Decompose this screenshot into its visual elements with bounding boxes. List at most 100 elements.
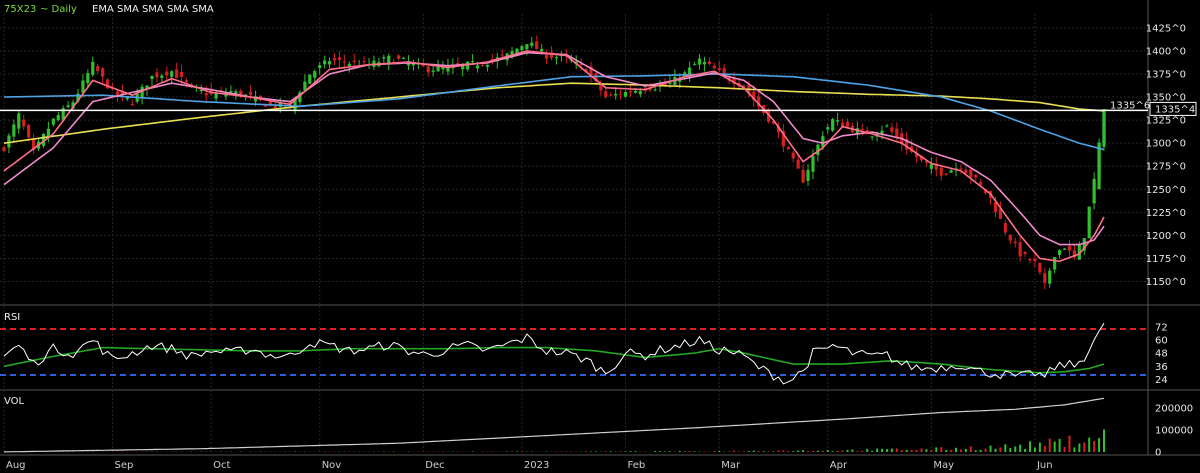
price-tick-label: 1325^0 (1146, 116, 1186, 127)
chart-header: 75X23 ~ Daily EMA SMA SMA SMA SMA (4, 4, 214, 15)
candle-body (426, 66, 430, 73)
candle-body (22, 119, 26, 127)
rsi-tick-label: 24 (1155, 375, 1168, 386)
candle-body (56, 115, 60, 121)
candle-body (229, 91, 233, 93)
candle-body (860, 128, 864, 130)
candle-body (96, 66, 100, 72)
candle-body (540, 48, 544, 52)
candle-body (91, 61, 95, 75)
candle-body (179, 72, 184, 77)
price-tick-label: 1350^0 (1146, 93, 1186, 104)
candle-body (806, 169, 810, 181)
candle-body (337, 57, 342, 60)
x-tick-label: Aug (6, 460, 26, 471)
candle-body (125, 97, 129, 100)
candle-body (618, 93, 623, 95)
candle-body (1092, 178, 1096, 204)
candle-body (707, 61, 711, 64)
candle-body (604, 91, 608, 97)
candle-body (431, 70, 435, 72)
candle-body (327, 61, 332, 65)
candle-body (1018, 242, 1022, 257)
candle-body (2, 147, 6, 152)
x-tick-label: Feb (628, 460, 646, 471)
candle-body (929, 164, 933, 169)
candle-body (471, 61, 475, 63)
candle-body (535, 41, 539, 50)
candle-body (939, 167, 943, 176)
candle-body (717, 67, 721, 71)
candle-body (1053, 257, 1057, 270)
x-tick-label: Jun (1036, 460, 1053, 471)
candle-body (318, 65, 322, 69)
candle-body (1067, 245, 1072, 251)
volume-tick-label: 200000 (1155, 404, 1193, 415)
candle-body (692, 64, 697, 66)
candle-body (115, 91, 120, 96)
candle-body (1008, 235, 1012, 241)
candle-body (949, 170, 953, 173)
candle-body (308, 74, 312, 84)
candle-body (7, 135, 11, 148)
candle-body (801, 169, 805, 183)
candle-body (697, 58, 702, 65)
last-price-marker: 1335^6 1335^4 (1110, 100, 1197, 116)
axis-price-box-label: 1335^4 (1155, 104, 1195, 115)
price-tick-label: 1250^0 (1146, 185, 1186, 196)
period-label: ~ Daily (40, 4, 77, 15)
candle-body (1087, 206, 1091, 239)
candle-body (826, 127, 830, 130)
candle-body (786, 147, 790, 150)
candle-body (811, 156, 815, 172)
candle-body (545, 55, 549, 59)
ema-red-line (3, 50, 1105, 263)
candle-body (1028, 259, 1032, 261)
candle-body (628, 91, 633, 93)
candle-body (12, 124, 16, 137)
studies-label: EMA SMA SMA SMA SMA (92, 4, 214, 15)
price-tick-label: 1200^0 (1146, 231, 1186, 242)
candle-body (1048, 270, 1052, 284)
x-tick-label: 2023 (524, 460, 549, 471)
x-tick-label: Sep (115, 460, 134, 471)
price-tick-label: 1225^0 (1146, 208, 1186, 219)
volume-cumulative-line (3, 397, 1105, 453)
candle-body (1033, 258, 1037, 262)
candle-body (609, 94, 613, 96)
candle-body (382, 57, 386, 59)
candle-body (475, 65, 480, 69)
candle-body (525, 44, 529, 50)
candle-body (352, 60, 356, 62)
candle-body (27, 124, 31, 138)
candle-body (175, 69, 179, 78)
candle-body (249, 91, 253, 95)
candle-body (263, 105, 268, 107)
rsi-tick-label: 48 (1155, 349, 1168, 360)
candle-body (845, 121, 850, 127)
rsi-tick-label: 72 (1155, 322, 1168, 333)
candle-body (1102, 109, 1106, 144)
rsi-tick-label: 36 (1155, 362, 1168, 373)
candle-body (870, 136, 874, 138)
candle-body (397, 55, 401, 59)
price-tick-label: 1425^0 (1146, 23, 1186, 34)
volume-tick-label: 0 (1155, 448, 1161, 459)
x-tick-label: Oct (213, 460, 230, 471)
vol-label: VOL (4, 396, 25, 407)
rsi-pane (0, 322, 1148, 385)
price-tick-label: 1375^0 (1146, 69, 1186, 80)
candle-body (500, 54, 504, 56)
candle-body (633, 90, 637, 93)
candle-body (885, 125, 889, 127)
candle-body (890, 127, 894, 132)
candle-body (1038, 262, 1042, 273)
x-tick-label: Nov (322, 460, 342, 471)
candle-body (362, 61, 366, 63)
candle-body (1043, 273, 1047, 284)
candle-body (1013, 241, 1017, 244)
candle-body (836, 120, 840, 122)
sma-blue-line (3, 73, 1105, 151)
candle-body (436, 66, 440, 72)
candle-body (520, 46, 524, 51)
